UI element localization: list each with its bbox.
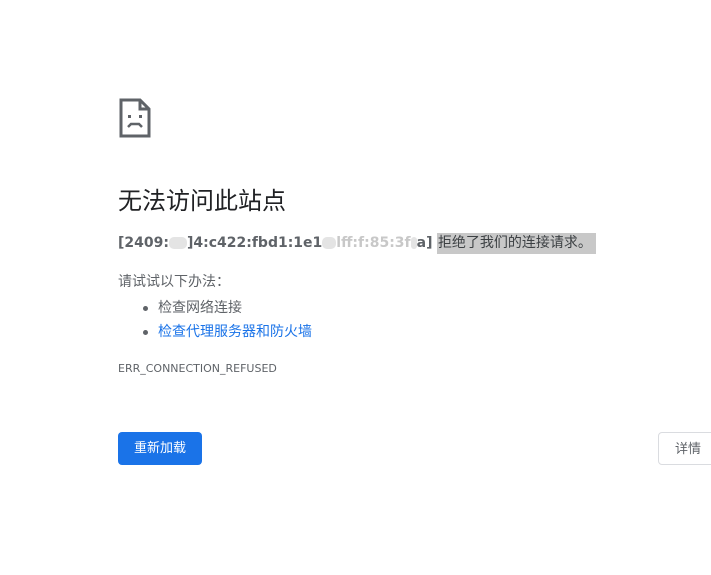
error-code: ERR_CONNECTION_REFUSED	[118, 362, 277, 375]
error-page: 无法访问此站点 [2409:]4:c422:fbd1:1e1 lff:f:85:3…	[0, 0, 711, 575]
page-title: 无法访问此站点	[118, 187, 286, 215]
suggestion-item-proxy: 检查代理服务器和防火墙	[118, 320, 312, 344]
error-summary: [2409:]4:c422:fbd1:1e1 lff:f:85:3f a] 拒绝了我…	[118, 232, 596, 254]
suggestions-title: 请试试以下办法：	[118, 274, 230, 290]
sad-page-icon	[119, 98, 151, 138]
bullet-icon	[143, 306, 148, 311]
suggestion-label: 检查网络连接	[158, 300, 242, 316]
suggestions-list: 检查网络连接 检查代理服务器和防火墙	[118, 296, 312, 344]
redaction-block	[322, 237, 337, 249]
bullet-icon	[143, 330, 148, 335]
reload-button[interactable]: 重新加载	[118, 432, 202, 465]
refused-message: 拒绝了我们的连接请求。	[436, 233, 596, 254]
host-address: [2409:]4:c422:fbd1:1e1 lff:f:85:3f a]	[118, 235, 433, 251]
proxy-firewall-link[interactable]: 检查代理服务器和防火墙	[158, 324, 312, 340]
suggestion-item-network: 检查网络连接	[118, 296, 312, 320]
redaction-block	[168, 237, 187, 249]
details-button[interactable]: 详情	[658, 432, 711, 465]
